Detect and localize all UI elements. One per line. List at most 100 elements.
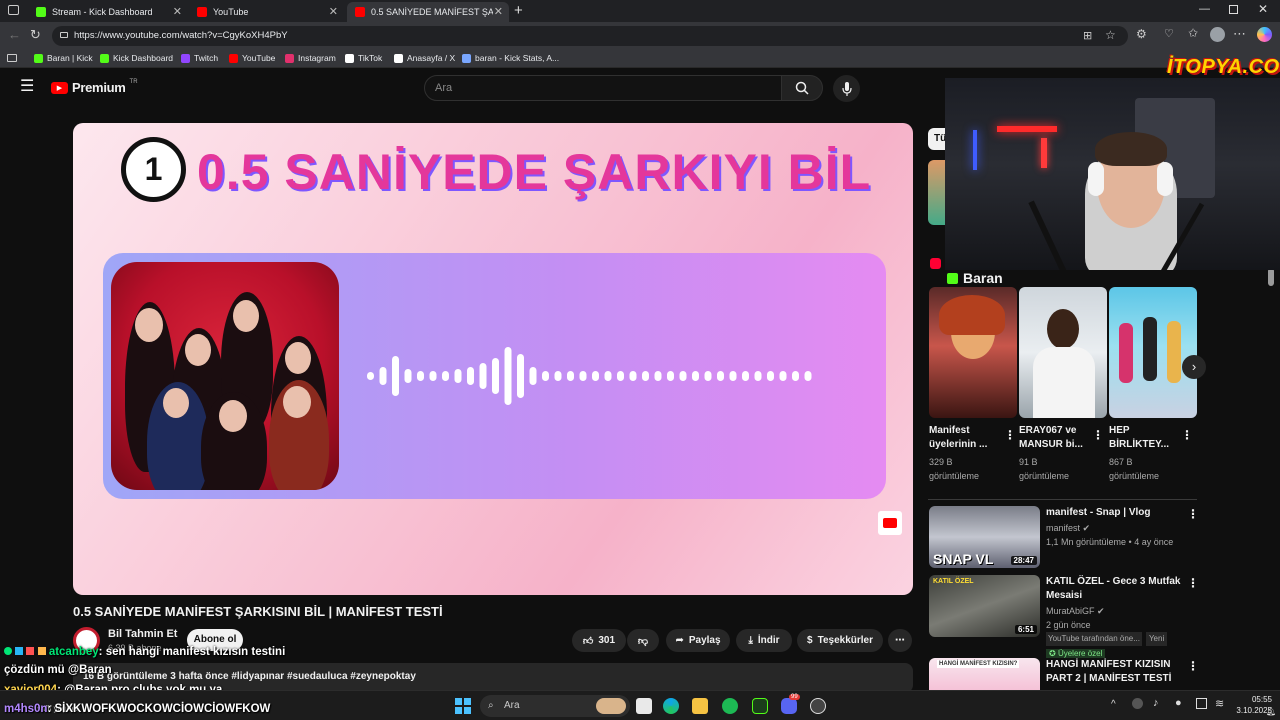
short-thumbnail[interactable]: [929, 287, 1017, 418]
minimize-icon[interactable]: —: [1199, 3, 1210, 15]
bookmark-item[interactable]: YouTube: [229, 53, 275, 63]
instagram-icon: [285, 53, 294, 63]
profile-avatar[interactable]: [1210, 27, 1225, 42]
dislike-button[interactable]: 👎︎: [627, 629, 659, 652]
video-info[interactable]: KATIL ÖZEL - Gece 3 Mutfak Mesaisi Murat…: [1046, 575, 1181, 661]
divider: [928, 499, 1197, 500]
notification-bell-icon[interactable]: 🔔︎: [1266, 707, 1276, 716]
bookmark-label: Twitch: [194, 53, 219, 63]
tray-app-icon[interactable]: [1132, 698, 1143, 709]
extensions-icon[interactable]: ⚙: [1136, 27, 1147, 41]
short-thumbnail[interactable]: [1109, 287, 1197, 418]
scrollbar-thumb[interactable]: [1268, 268, 1274, 286]
bookmark-item[interactable]: Kick Dashboard: [100, 53, 173, 63]
wifi-icon[interactable]: ≋: [1215, 697, 1224, 710]
short-menu-icon[interactable]: ⋮: [1004, 428, 1016, 442]
video-thumbnail[interactable]: KATIL ÖZEL 6:51: [929, 575, 1040, 637]
share-button[interactable]: ➦ Paylaş: [666, 629, 730, 652]
short-info[interactable]: ERAY067 ve MANSUR bi... 91 B görüntüleme: [1019, 424, 1089, 483]
window-close-icon[interactable]: ✕: [1258, 2, 1268, 16]
members-icon: ✪: [1049, 649, 1058, 658]
short-thumbnail[interactable]: [1019, 287, 1107, 418]
x-icon: [394, 53, 403, 63]
tiktok-icon: [345, 53, 354, 63]
windows-start-icon[interactable]: [455, 698, 471, 714]
like-count: 301: [598, 635, 616, 646]
new-tab-icon[interactable]: +: [514, 2, 523, 19]
bookmark-item[interactable]: Twitch: [181, 53, 218, 63]
discord-icon[interactable]: [781, 698, 797, 714]
collections-icon[interactable]: [7, 54, 17, 62]
youtube-premium-logo[interactable]: ▶ Premium TR: [51, 79, 138, 95]
channel-name[interactable]: Bil Tahmin Et: [108, 628, 177, 640]
search-highlight-icon: [596, 698, 626, 714]
download-button[interactable]: ⤓ İndir: [736, 629, 792, 652]
thumbnail-text: HANGİ MANİFEST KIZISIN?: [937, 660, 1020, 668]
search-button[interactable]: [781, 75, 823, 101]
taskbar-search[interactable]: ⌕ Ara: [480, 695, 630, 717]
waveform-bar: [729, 371, 737, 381]
url-field[interactable]: https://www.youtube.com/watch?v=CgyKoXH4…: [52, 26, 1128, 46]
kick-icon: [947, 272, 958, 284]
split-screen-icon[interactable]: ⊞: [1083, 26, 1092, 46]
video-info[interactable]: HANGİ MANİFEST KIZISIN PART 2 | MANİFEST…: [1046, 658, 1181, 686]
close-tab-icon[interactable]: ✕: [173, 5, 182, 18]
bookmark-item[interactable]: baran - Kick Stats, A...: [462, 53, 559, 63]
close-tab-icon[interactable]: ✕: [329, 5, 338, 18]
task-view-icon[interactable]: [636, 698, 652, 714]
mic-tray-icon[interactable]: ●: [1175, 697, 1182, 709]
tab-youtube[interactable]: YouTube ✕: [189, 2, 344, 22]
shorts-next-button[interactable]: ›: [1182, 355, 1206, 379]
bookmark-item[interactable]: Anasayfa / X: [394, 53, 455, 63]
streamer-hair: [1095, 132, 1167, 166]
video-info[interactable]: manifest - Snap | Vlog manifest ✔ 1,1 Mn…: [1046, 506, 1181, 549]
short-info[interactable]: HEP BİRLİKTEY... 867 B görüntüleme: [1109, 424, 1177, 483]
back-icon[interactable]: ←: [8, 27, 21, 42]
like-button[interactable]: 👍︎ 301: [572, 629, 626, 652]
thanks-button[interactable]: $ Teşekkürler: [797, 629, 883, 652]
tab-actions-icon[interactable]: [8, 5, 19, 15]
tab-kick-dashboard[interactable]: Stream - Kick Dashboard ✕: [28, 2, 188, 22]
close-tab-icon[interactable]: ✕: [494, 5, 503, 18]
tray-chevron-icon[interactable]: ^: [1111, 699, 1116, 710]
filter-chip-all[interactable]: Tü: [928, 128, 945, 150]
voice-search-button[interactable]: [833, 75, 860, 102]
favorite-star-icon[interactable]: ☆: [1105, 25, 1116, 45]
short-menu-icon[interactable]: ⋮: [1092, 428, 1104, 442]
shorts-header: Baran: [947, 270, 1003, 286]
volume-icon[interactable]: ♪: [1153, 697, 1159, 709]
browser-essentials-icon[interactable]: ♡: [1164, 27, 1174, 40]
copilot-icon[interactable]: [1257, 27, 1272, 42]
short-info[interactable]: Manifest üyelerinin ... 329 B görüntülem…: [929, 424, 1004, 483]
obs-icon[interactable]: [810, 698, 826, 714]
chat-username: m4hs0n: [4, 703, 48, 715]
display-icon[interactable]: [1196, 698, 1207, 709]
more-actions-button[interactable]: ⋯: [888, 629, 912, 652]
bookmark-item[interactable]: Baran | Kick: [34, 53, 93, 63]
search-placeholder: Ara: [435, 82, 453, 94]
maximize-icon[interactable]: [1229, 5, 1238, 14]
video-menu-icon[interactable]: ⋮: [1187, 576, 1199, 590]
bookmark-item[interactable]: TikTok: [345, 53, 382, 63]
video-title: manifest - Snap | Vlog: [1046, 507, 1151, 518]
spotify-icon[interactable]: [722, 698, 738, 714]
video-thumbnail[interactable]: SNAP VL 28:47: [929, 506, 1040, 568]
share-icon: ➦: [675, 635, 684, 646]
partial-thumbnail[interactable]: [928, 160, 945, 225]
video-player[interactable]: 1 0.5 SANİYEDE ŞARKIYI BİL: [73, 123, 913, 595]
bookmark-label: baran - Kick Stats, A...: [475, 53, 560, 63]
kick-app-icon[interactable]: [752, 698, 768, 714]
favorites-icon[interactable]: ✩: [1188, 26, 1198, 40]
video-thumbnail[interactable]: HANGİ MANİFEST KIZISIN?: [929, 658, 1040, 690]
bookmark-item[interactable]: Instagram: [285, 53, 336, 63]
edge-icon[interactable]: [663, 698, 679, 714]
more-options-icon[interactable]: ⋯: [1233, 26, 1246, 42]
video-menu-icon[interactable]: ⋮: [1187, 659, 1199, 673]
menu-icon[interactable]: ☰: [20, 79, 34, 95]
file-explorer-icon[interactable]: [692, 698, 708, 714]
search-input[interactable]: Ara: [424, 75, 782, 101]
video-menu-icon[interactable]: ⋮: [1187, 507, 1199, 521]
tab-current-video[interactable]: 0.5 SANİYEDE MANİFEST ŞARKISI ✕: [347, 2, 509, 22]
reload-icon[interactable]: ↻: [30, 27, 41, 43]
short-menu-icon[interactable]: ⋮: [1181, 428, 1193, 442]
